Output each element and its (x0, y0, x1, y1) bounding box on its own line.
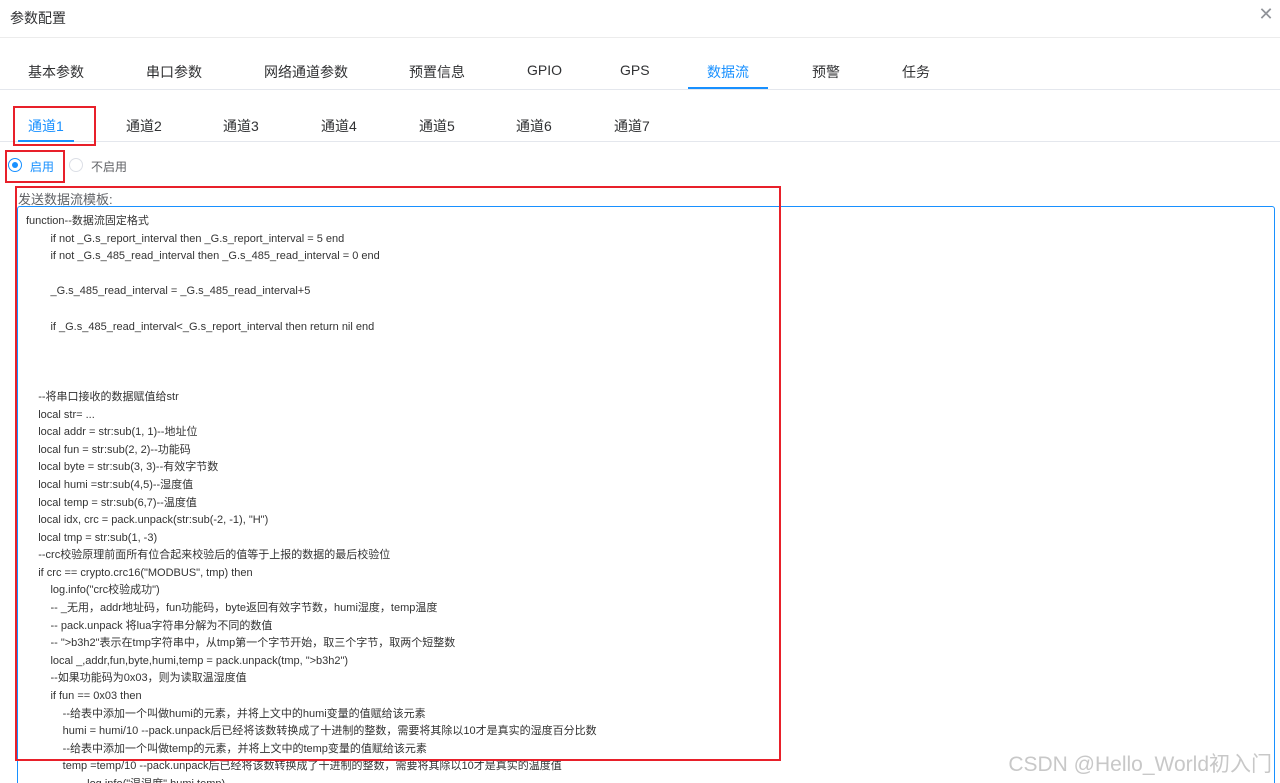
active-tab-indicator (688, 87, 768, 89)
watermark: CSDN @Hello_World初入门 (1008, 753, 1272, 776)
tab-channel-3[interactable]: 通道3 (223, 116, 259, 136)
code-line: temp =temp/10 --pack.unpack后已经将该数转换成了十进制… (26, 760, 562, 773)
radio-disable-label[interactable]: 不启用 (91, 158, 127, 175)
close-icon[interactable]: ✕ (1256, 4, 1276, 24)
code-line: log.info("温湿度",humi,temp) (26, 776, 597, 783)
tab-network-channel-params[interactable]: 网络通道参数 (264, 62, 348, 88)
tab-data-stream[interactable]: 数据流 (707, 62, 749, 88)
tab-channel-7[interactable]: 通道7 (614, 116, 650, 136)
tab-channel-2[interactable]: 通道2 (126, 116, 162, 136)
highlight-box-enable (5, 150, 65, 183)
dialog-title: 参数配置 (10, 10, 66, 26)
highlight-box-template (15, 186, 781, 761)
tab-serial-params[interactable]: 串口参数 (146, 62, 202, 88)
dialog-header: 参数配置 ✕ (0, 0, 1280, 38)
channel-tab-bar: 通道1 通道2 通道3 通道4 通道5 通道6 通道7 (0, 90, 1280, 142)
tab-task[interactable]: 任务 (902, 62, 930, 88)
highlight-box-channel (13, 106, 96, 146)
radio-disable[interactable] (69, 158, 83, 172)
tab-preset-info[interactable]: 预置信息 (409, 62, 465, 88)
tab-channel-4[interactable]: 通道4 (321, 116, 357, 136)
tab-channel-6[interactable]: 通道6 (516, 116, 552, 136)
tab-basic-params[interactable]: 基本参数 (28, 62, 84, 88)
tab-gpio[interactable]: GPIO (527, 62, 562, 88)
tab-alert[interactable]: 预警 (812, 62, 840, 88)
tab-channel-5[interactable]: 通道5 (419, 116, 455, 136)
tab-gps[interactable]: GPS (620, 62, 650, 88)
main-tab-bar: 基本参数 串口参数 网络通道参数 预置信息 GPIO GPS 数据流 预警 任务 (0, 38, 1280, 90)
